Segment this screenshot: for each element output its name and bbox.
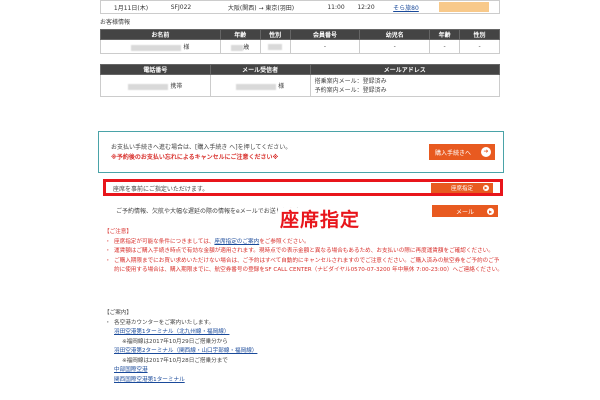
guide-section: 【ご案内】 各空港カウンターをご案内いたします。 羽田空港第1ターミナル（北九州… <box>104 309 504 385</box>
col-gender: 性別 <box>259 29 291 40</box>
notes-heading: 【ご注意】 <box>104 229 132 235</box>
terminal-note: ※福岡線は2017年10月28日ご搭乗分まで <box>122 357 228 364</box>
recipient-cell: 様 <box>209 74 311 97</box>
col-mail-recipient: メール受信者 <box>209 64 311 75</box>
col-infant-gender: 性別 <box>459 29 500 40</box>
customer-age: 歳 <box>219 39 261 54</box>
guide-heading: 【ご案内】 <box>104 310 132 316</box>
customer-name: 様 <box>100 39 221 54</box>
customer-table: お名前 年齢 性別 会員番号 幼児名 年齢 性別 様 歳 - - - - <box>100 29 500 54</box>
mail-cell: 搭乗案内メール：登録済み 予約案内メール：登録済み <box>309 74 501 97</box>
flight-number: SFJ022 <box>170 3 192 11</box>
flight-summary-row: 1月11日(木) SFJ022 大阪(関西) → 東京(羽田) 11:00 12… <box>100 0 500 14</box>
arrival-time: 12:20 <box>357 3 375 11</box>
customer-infant: - <box>359 39 431 54</box>
email-button-label: メール <box>455 208 474 216</box>
col-infant-age: 年齢 <box>429 29 461 40</box>
customer-infant-gender: - <box>459 39 500 54</box>
list-item: ご購入期限までにお買い求めいただけない場合は、ご予約はすべて自動的にキャンセルさ… <box>104 257 504 276</box>
notes-section: 【ご注意】 座席指定が可能な条件につきましては、座席指定のご案内をご参照ください… <box>104 228 504 276</box>
purchase-warning: ※予約後のお支払い忘れによるキャンセルにご注意ください※ <box>111 154 279 161</box>
phone-cell: 携帯 <box>100 74 211 97</box>
purchase-button-label: 購入手続きへ <box>435 149 472 157</box>
terminal-note: ※福岡線は2017年10月29日ご搭乗分から <box>122 338 228 345</box>
purchase-panel: お支払い手続きへ進む場合は、[購入手続き へ]を押してください。 ※予約後のお支… <box>98 131 504 173</box>
flight-action-button[interactable] <box>439 2 489 12</box>
chevron-right-icon: ▶ <box>487 207 494 215</box>
chevron-right-icon: ▶ <box>483 185 489 191</box>
email-instruction: ご予約情報、欠航や大幅な遅延の際の情報をeメールでお送りします。 <box>116 208 306 215</box>
arrow-right-icon: ➜ <box>481 147 491 157</box>
customer-section-title: お客様情報 <box>100 19 131 26</box>
seat-button-label: 座席指定 <box>450 186 473 192</box>
email-button[interactable]: メール ▶ <box>432 205 498 217</box>
customer-gender <box>259 39 291 54</box>
fare-link[interactable]: そら旅80 <box>381 3 431 12</box>
list-item: 運賃額はご購入手続き時点で有効な金額が適用されます。現時点での表示金額と異なる場… <box>104 247 504 257</box>
guide-intro: 各空港カウンターをご案内いたします。 <box>104 319 504 329</box>
seat-instruction: 座席を事前にご指定いただけます。 <box>113 186 209 193</box>
list-item: 座席指定が可能な条件につきましては、座席指定のご案内をご参照ください。 <box>104 238 504 248</box>
departure-time: 11:00 <box>327 3 345 11</box>
col-age: 年齢 <box>219 29 261 40</box>
seat-guide-link[interactable]: 座席指定のご案内 <box>214 239 259 245</box>
flight-date: 1月11日(木) <box>113 4 149 12</box>
purchase-instruction: お支払い手続きへ進む場合は、[購入手続き へ]を押してください。 <box>111 144 292 151</box>
col-phone: 電話番号 <box>100 64 211 75</box>
col-name: お名前 <box>100 29 221 40</box>
table-row: 携帯 様 搭乗案内メール：登録済み 予約案内メール：登録済み <box>100 74 501 97</box>
col-infant: 幼児名 <box>359 29 431 40</box>
terminal-link-haneda-2[interactable]: 羽田空港第2ターミナル（関西線・山口宇部線・福岡線） <box>104 347 504 357</box>
terminal-link-kansai[interactable]: 関西国際空港第1ターミナル <box>104 376 504 386</box>
col-member: 会員番号 <box>289 29 361 40</box>
contact-table: 電話番号 メール受信者 メールアドレス 携帯 様 搭乗案内メール：登録済み 予約… <box>100 64 501 97</box>
purchase-button[interactable]: 購入手続きへ ➜ <box>429 144 495 160</box>
flight-route: 大阪(関西) → 東京(羽田) <box>227 4 295 12</box>
mail-line-reservation: 予約案内メール：登録済み <box>314 86 387 94</box>
terminal-link-chubu[interactable]: 中部国際空港 <box>104 366 504 376</box>
col-mail-address: メールアドレス <box>309 64 501 75</box>
terminal-link-haneda-1[interactable]: 羽田空港第1ターミナル（北九州線・福岡線） <box>104 328 504 338</box>
mail-line-boarding: 搭乗案内メール：登録済み <box>314 77 387 85</box>
customer-member: - <box>289 39 361 54</box>
seat-selection-panel: 座席を事前にご指定いただけます。 座席指定 ▶ <box>103 179 503 196</box>
customer-infant-age: - <box>429 39 461 54</box>
seat-select-button[interactable]: 座席指定 ▶ <box>431 183 493 193</box>
table-row: 様 歳 - - - - <box>100 39 500 54</box>
